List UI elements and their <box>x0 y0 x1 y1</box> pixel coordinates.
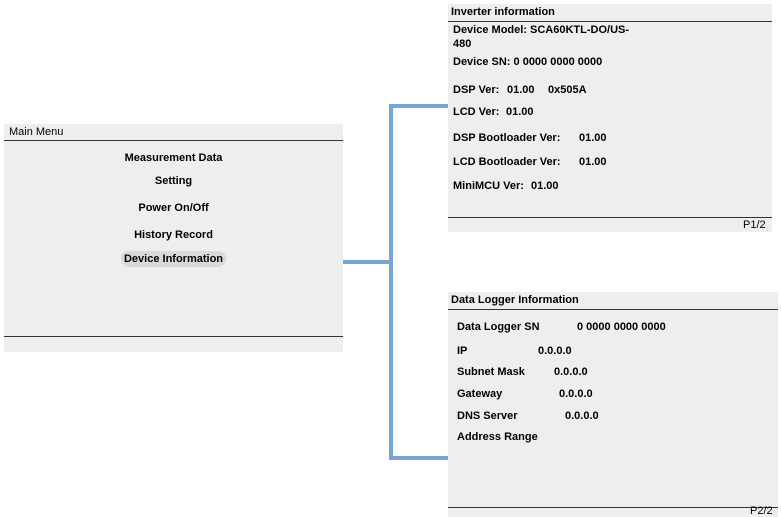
lcd-bootloader-label: LCD Bootloader Ver: <box>453 156 561 168</box>
subnet-mask-label: Subnet Mask <box>457 366 525 378</box>
menu-item-setting[interactable]: Setting <box>4 173 343 189</box>
main-menu-bottom-divider <box>4 336 343 337</box>
dsp-bootloader-row: DSP Bootloader Ver: 01.00 <box>453 132 607 144</box>
page-indicator: P1/2 <box>743 219 766 231</box>
minimcu-label: MiniMCU Ver: <box>453 180 524 192</box>
data-logger-title-divider <box>448 309 778 310</box>
lcd-bootloader-value: 01.00 <box>579 156 607 168</box>
subnet-mask-row: Subnet Mask 0.0.0.0 <box>457 366 588 378</box>
menu-item-label: Device Information <box>120 251 227 267</box>
dns-server-value: 0.0.0.0 <box>565 410 599 422</box>
connector-bottom-branch <box>389 456 448 460</box>
data-logger-panel: Data Logger Information Data Logger SN 0… <box>448 292 778 517</box>
minimcu-row: MiniMCU Ver: 01.00 <box>453 180 559 192</box>
data-logger-bottom-divider <box>448 507 778 508</box>
menu-item-label: Power On/Off <box>138 202 209 214</box>
menu-item-history-record[interactable]: History Record <box>4 227 343 243</box>
menu-item-power-on-off[interactable]: Power On/Off <box>4 200 343 216</box>
inverter-info-title: Inverter information <box>451 6 555 18</box>
dsp-ver-label: DSP Ver: <box>453 84 500 96</box>
inverter-info-panel: Inverter information Device Model: SCA60… <box>448 4 772 232</box>
dsp-bootloader-value: 01.00 <box>579 132 607 144</box>
ip-value: 0.0.0.0 <box>538 345 572 357</box>
address-range-label: Address Range <box>457 431 538 443</box>
dsp-ver-code: 0x505A <box>548 84 587 96</box>
gateway-value: 0.0.0.0 <box>559 388 593 400</box>
dsp-bootloader-label: DSP Bootloader Ver: <box>453 132 561 144</box>
menu-item-label: Measurement Data <box>124 152 223 164</box>
page-indicator: P2/2 <box>750 505 773 517</box>
menu-item-label: Setting <box>154 175 193 187</box>
data-logger-title: Data Logger Information <box>451 294 579 306</box>
data-logger-sn-row: Data Logger SN 0 0000 0000 0000 <box>457 321 666 333</box>
menu-item-label: History Record <box>134 229 213 241</box>
menu-item-device-information[interactable]: Device Information <box>4 251 343 267</box>
data-logger-sn-value: 0 0000 0000 0000 <box>577 321 666 333</box>
inverter-info-bottom-divider <box>448 217 772 218</box>
inverter-info-title-divider <box>448 21 772 22</box>
dns-server-label: DNS Server <box>457 410 518 422</box>
dsp-ver-row: DSP Ver: 01.00 0x505A <box>453 84 587 96</box>
main-menu-panel: Main Menu Measurement Data Setting Power… <box>4 124 343 352</box>
main-menu-title-divider <box>4 140 343 141</box>
device-model-label: Device Model: SCA60KTL-DO/US- <box>453 24 630 36</box>
subnet-mask-value: 0.0.0.0 <box>554 366 588 378</box>
lcd-bootloader-row: LCD Bootloader Ver: 01.00 <box>453 156 607 168</box>
connector-horizontal <box>343 260 391 264</box>
connector-top-branch <box>389 104 448 108</box>
device-model-continued: 480 <box>453 38 472 50</box>
dns-server-row: DNS Server 0.0.0.0 <box>457 410 599 422</box>
minimcu-value: 01.00 <box>531 180 559 192</box>
ip-label: IP <box>457 345 468 357</box>
main-menu-title: Main Menu <box>9 126 64 138</box>
lcd-ver-label: LCD Ver: <box>453 106 500 118</box>
ip-row: IP 0.0.0.0 <box>457 345 572 357</box>
lcd-ver-row: LCD Ver: 01.00 <box>453 106 534 118</box>
connector-vertical <box>389 104 393 460</box>
device-sn: Device SN: 0 0000 0000 0000 <box>453 56 603 68</box>
gateway-label: Gateway <box>457 388 503 400</box>
gateway-row: Gateway 0.0.0.0 <box>457 388 593 400</box>
dsp-ver-value: 01.00 <box>507 84 535 96</box>
data-logger-sn-label: Data Logger SN <box>457 321 540 333</box>
menu-item-measurement-data[interactable]: Measurement Data <box>4 150 343 166</box>
lcd-ver-value: 01.00 <box>506 106 534 118</box>
